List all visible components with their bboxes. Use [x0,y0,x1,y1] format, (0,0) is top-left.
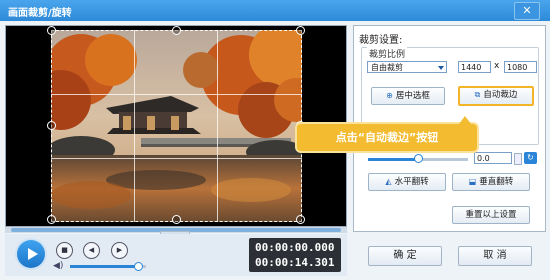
video-preview [5,25,347,227]
cancel-button[interactable]: 取 消 [458,246,532,266]
center-frame-icon: ⊕ [386,91,393,100]
center-selection-label: 居中选框 [395,91,430,101]
flip-vertical-icon: ⬓ [468,177,477,186]
crop-rotate-dialog: 画面裁剪/旋转 ✕ ■ ◀ ▶ ◀) 00:00:00.000 00:00:14… [0,0,550,280]
playback-controls: ■ ◀ ▶ ◀) 00:00:00.000 00:00:14.301 [5,234,347,276]
crop-handle-bottom-right[interactable] [296,215,305,224]
rotation-slider-rest [418,158,468,161]
crop-selection-frame[interactable] [51,30,302,222]
crop-width-input[interactable]: 1440 [458,61,491,73]
stop-button[interactable]: ■ [56,242,73,259]
crop-settings-heading: 裁剪设置: [359,35,403,46]
rotation-angle-spinner[interactable] [514,153,522,165]
rotation-slider-knob[interactable] [414,154,423,163]
volume-slider-knob[interactable] [134,262,144,271]
play-button[interactable] [17,240,45,268]
auto-crop-label: 自动裁边 [483,90,518,100]
rotation-angle-input[interactable]: 0.0 [474,152,512,164]
crop-ratio-selected: 自由裁剪 [371,63,403,72]
auto-crop-button[interactable]: ⧉ 自动裁边 [458,86,534,106]
title-bar: 画面裁剪/旋转 ✕ [0,0,550,21]
crop-handle-bottom-center[interactable] [172,215,181,224]
volume-icon[interactable]: ◀) [53,261,63,271]
center-selection-button[interactable]: ⊕ 居中选框 [371,87,445,105]
crop-ratio-select[interactable]: 自由裁剪 [367,61,447,73]
flip-vertical-button[interactable]: ⬓ 垂直翻转 [452,173,530,191]
volume-slider[interactable] [70,262,146,271]
crop-handle-top-center[interactable] [172,26,181,35]
next-frame-button[interactable]: ▶ [111,242,128,259]
dropdown-arrow-icon [438,66,444,70]
volume-slider-fill [70,265,139,268]
close-button[interactable]: ✕ [514,2,540,20]
instruction-callout: 点击“自动裁边”按钮 [297,116,477,151]
crop-height-input[interactable]: 1080 [504,61,537,73]
flip-horizontal-label: 水平翻转 [394,177,429,187]
window-title: 画面裁剪/旋转 [8,8,72,19]
flip-horizontal-icon: ◭ [385,177,392,186]
auto-crop-icon: ⧉ [474,90,481,99]
reset-settings-button[interactable]: 重置以上设置 [452,206,530,224]
flip-vertical-label: 垂直翻转 [479,177,514,187]
rotate-reset-icon[interactable]: ↻ [524,152,537,164]
crop-ratio-label: 裁剪比例 [367,47,408,60]
crop-handle-top-right[interactable] [296,26,305,35]
ok-button[interactable]: 确 定 [368,246,442,266]
crop-handle-top-left[interactable] [47,26,56,35]
previous-frame-button[interactable]: ◀ [83,242,100,259]
time-display: 00:00:00.000 00:00:14.301 [249,238,341,272]
current-time: 00:00:00.000 [255,241,335,254]
flip-horizontal-button[interactable]: ◭ 水平翻转 [368,173,446,191]
total-time: 00:00:14.301 [255,256,335,269]
dimension-times-sign: x [494,61,500,71]
crop-handle-middle-left[interactable] [47,121,56,130]
crop-handle-bottom-left[interactable] [47,215,56,224]
